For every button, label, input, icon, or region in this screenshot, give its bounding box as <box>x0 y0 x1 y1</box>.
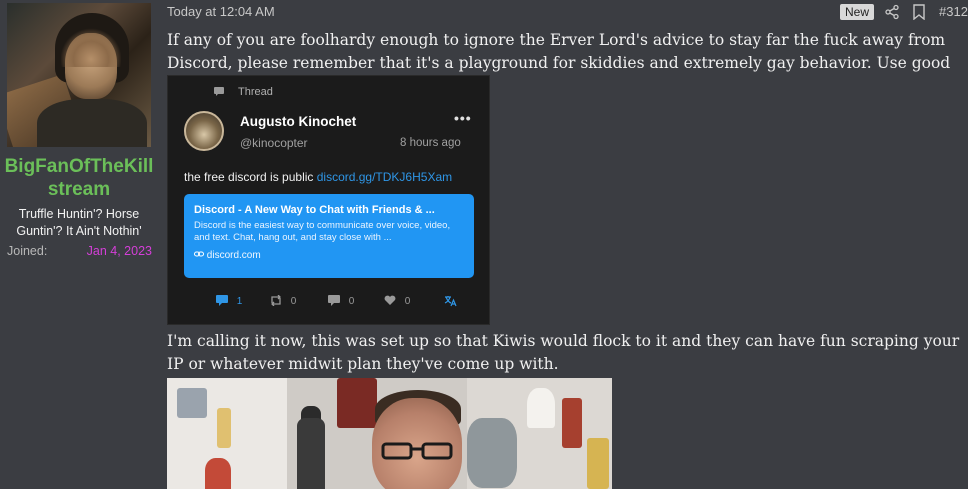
avatar[interactable] <box>7 3 151 147</box>
embed-text: the free discord is public discord.gg/TD… <box>184 170 453 184</box>
message-header: Today at 12:04 AM New #312 <box>167 3 968 23</box>
embed-link: discord.gg/TDKJ6H5Xam <box>316 170 453 184</box>
card-description: Discord is the easiest way to communicat… <box>194 220 451 243</box>
translate-icon <box>444 295 457 309</box>
user-sidebar: BigFanOfTheKill stream Truffle Huntin'? … <box>0 0 158 489</box>
embed-avatar <box>184 111 224 151</box>
more-icon: ••• <box>454 110 472 126</box>
embed-author-name: Augusto Kinochet <box>240 114 357 129</box>
quote-icon <box>328 295 340 306</box>
repost-count: 0 <box>270 294 296 309</box>
quote-count: 0 <box>328 295 354 309</box>
heart-icon <box>384 295 396 305</box>
thread-icon <box>214 87 224 96</box>
joined-label: Joined: <box>7 244 48 258</box>
thread-label: Thread <box>238 86 273 98</box>
card-title: Discord - A New Way to Chat with Friends… <box>194 204 435 216</box>
post-paragraph: I'm calling it now, this was set up so t… <box>167 332 960 373</box>
like-count: 0 <box>384 295 410 309</box>
link-preview-card: Discord - A New Way to Chat with Friends… <box>184 194 474 278</box>
user-title: Truffle Huntin'? Horse Guntin'? It Ain't… <box>16 207 142 238</box>
post-number-link[interactable]: #312 <box>939 4 968 19</box>
card-domain: discord.com <box>194 250 464 261</box>
embedded-post-screenshot[interactable]: Thread Augusto Kinochet @kinocopter ••• … <box>167 75 490 325</box>
embed-time: 8 hours ago <box>400 137 461 149</box>
new-badge: New <box>840 4 875 20</box>
post-timestamp[interactable]: Today at 12:04 AM <box>167 4 275 19</box>
embed-author-handle: @kinocopter <box>240 136 308 150</box>
attached-image[interactable] <box>167 378 612 489</box>
username[interactable]: BigFanOfTheKill stream <box>0 155 158 201</box>
bookmark-icon[interactable] <box>912 4 926 20</box>
repost-icon <box>271 294 281 307</box>
embed-actions: 1 0 0 0 <box>216 294 466 309</box>
share-icon[interactable] <box>884 4 900 20</box>
reply-count: 1 <box>216 295 242 309</box>
link-icon <box>194 251 204 257</box>
reply-icon <box>216 295 228 306</box>
joined-row: Joined: Jan 4, 2023 <box>7 244 152 262</box>
joined-date: Jan 4, 2023 <box>86 244 152 258</box>
